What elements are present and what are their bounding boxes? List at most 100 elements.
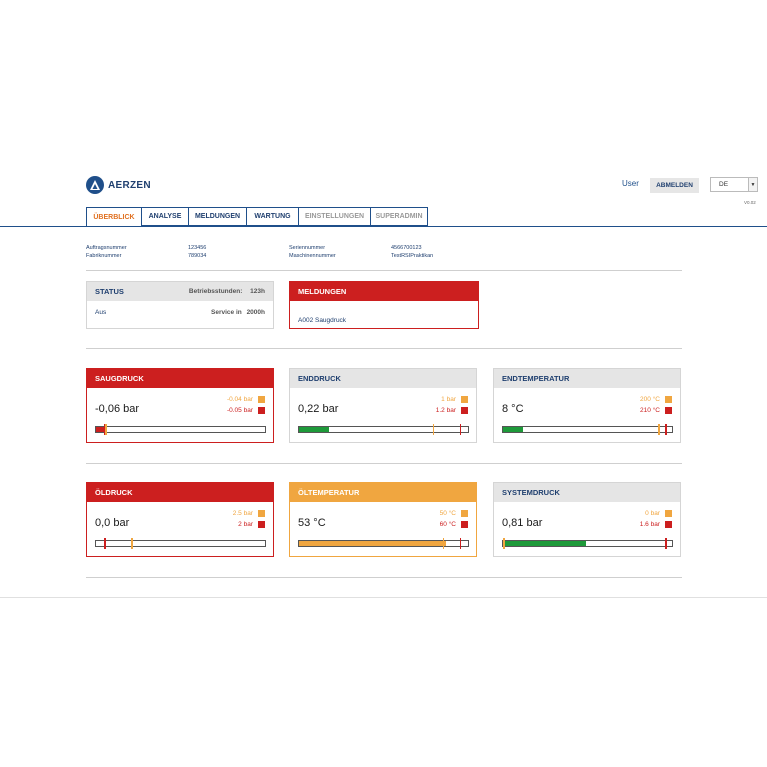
sensor-value: -0,06 bar: [95, 403, 140, 415]
tab-analyse[interactable]: ANALYSE: [141, 207, 188, 226]
alarm-threshold: -0.05 bar: [226, 407, 253, 414]
warning-square-icon: [461, 396, 468, 403]
seriennummer-label: Seriennummer: [289, 245, 326, 251]
sensor-card[interactable]: SYSTEMDRUCK 0 bar 1.6 bar 0,81 bar: [493, 482, 681, 557]
alarm-marker: [665, 424, 667, 435]
brand-name: AERZEN: [108, 179, 151, 191]
alarm-threshold: 1.2 bar: [435, 407, 456, 414]
divider: [86, 577, 682, 578]
alarm-square-icon: [665, 407, 672, 414]
divider: [86, 270, 682, 271]
alarm-square-icon: [258, 407, 265, 414]
warning-square-icon: [665, 510, 672, 517]
status-box: STATUS Betriebsstunden: 123h Aus Service…: [86, 281, 274, 329]
sensor-value: 8 °C: [502, 403, 524, 415]
bar-fill: [503, 541, 586, 546]
sensor-title: ENDTEMPERATUR: [502, 374, 570, 383]
bar-fill: [503, 427, 524, 432]
aerzen-logo-icon: [86, 176, 104, 194]
status-header: STATUS Betriebsstunden: 123h: [87, 282, 273, 301]
divider: [86, 348, 682, 349]
warning-marker: [658, 424, 660, 435]
fabriknummer-label: Fabriknummer: [86, 253, 122, 259]
footer-line: [0, 597, 767, 598]
service-label: Service in: [211, 309, 242, 316]
chevron-down-icon[interactable]: ▼: [748, 178, 757, 191]
alarm-square-icon: [665, 521, 672, 528]
maschinennummer-label: Maschinennummer: [289, 253, 336, 259]
warning-marker: [503, 538, 505, 549]
sensor-level-bar: [502, 424, 673, 435]
sensor-title: SAUGDRUCK: [95, 374, 144, 383]
warning-square-icon: [258, 396, 265, 403]
warning-marker: [131, 538, 133, 549]
tab-superadmin[interactable]: SUPERADMIN: [370, 207, 428, 226]
sensor-card[interactable]: ENDDRUCK 1 bar 1.2 bar 0,22 bar: [289, 368, 477, 443]
meldungen-title: MELDUNGEN: [298, 287, 347, 296]
alarm-square-icon: [461, 407, 468, 414]
user-label: User: [622, 179, 639, 188]
sensor-value: 0,81 bar: [502, 517, 543, 529]
operating-hours-value: 123h: [250, 288, 265, 295]
language-select[interactable]: DE ▼: [710, 177, 758, 192]
alarm-marker: [459, 538, 462, 549]
meldungen-header: MELDUNGEN: [290, 282, 478, 301]
alarm-square-icon: [258, 521, 265, 528]
operating-hours-label: Betriebsstunden:: [188, 288, 243, 295]
warning-square-icon: [461, 510, 468, 517]
sensor-card-header: SYSTEMDRUCK: [494, 483, 680, 502]
sensor-card-header: ENDDRUCK: [290, 369, 476, 388]
sensor-title: ÖLTEMPERATUR: [298, 488, 360, 497]
tab-wartung[interactable]: WARTUNG: [246, 207, 298, 226]
logout-button[interactable]: ABMELDEN: [650, 178, 699, 193]
bar-fill: [299, 427, 330, 432]
warning-marker: [442, 538, 445, 549]
warning-threshold: 50 °C: [439, 510, 456, 517]
divider: [86, 463, 682, 464]
language-value: DE: [719, 181, 729, 188]
meldungen-message[interactable]: A002 Saugdruck: [298, 317, 346, 324]
tab-ueberblick[interactable]: ÜBERBLICK: [86, 207, 141, 227]
alarm-marker: [104, 538, 106, 549]
warning-threshold: 1 bar: [441, 396, 456, 403]
alarm-threshold: 60 °C: [439, 521, 456, 528]
service-value: 2000h: [246, 309, 265, 316]
alarm-threshold: 210 °C: [640, 407, 660, 414]
sensor-card[interactable]: ÖLDRUCK 2.5 bar 2 bar 0,0 bar: [86, 482, 274, 557]
sensor-card[interactable]: ÖLTEMPERATUR 50 °C 60 °C 53 °C: [289, 482, 477, 557]
warning-square-icon: [258, 510, 265, 517]
status-title: STATUS: [95, 287, 124, 296]
maschinennummer-value: TestRSIPraktikan: [391, 253, 434, 259]
sensor-card-header: SAUGDRUCK: [87, 369, 273, 388]
tab-underline: [0, 226, 767, 227]
alarm-threshold: 1.6 bar: [639, 521, 660, 528]
meldungen-box[interactable]: MELDUNGEN A002 Saugdruck: [289, 281, 479, 329]
tab-einstellungen[interactable]: EINSTELLUNGEN: [298, 207, 370, 226]
sensor-value: 0,0 bar: [95, 517, 130, 529]
sensor-card-header: ÖLTEMPERATUR: [290, 483, 476, 502]
tab-meldungen[interactable]: MELDUNGEN: [188, 207, 246, 226]
sensor-level-bar: [298, 424, 469, 435]
alarm-threshold: 2 bar: [238, 521, 253, 528]
warning-threshold: 2.5 bar: [232, 510, 253, 517]
sensor-level-bar: [95, 424, 266, 435]
fabriknummer-value: 789034: [188, 253, 207, 259]
alarm-marker: [459, 424, 462, 435]
seriennummer-value: 4566700123: [391, 245, 422, 251]
main-tabs: ÜBERBLICK ANALYSE MELDUNGEN WARTUNG EINS…: [86, 207, 428, 227]
warning-threshold: 200 °C: [640, 396, 660, 403]
sensor-level-bar: [502, 538, 673, 549]
auftragsnummer-label: Auftragsnummer: [86, 245, 127, 251]
sensor-card-header: ENDTEMPERATUR: [494, 369, 680, 388]
sensor-card-header: ÖLDRUCK: [87, 483, 273, 502]
auftragsnummer-value: 123456: [188, 245, 207, 251]
aerzen-logo: AERZEN: [86, 176, 151, 194]
sensor-level-bar: [95, 538, 266, 549]
sensor-level-bar: [298, 538, 469, 549]
alarm-marker: [665, 538, 667, 549]
sensor-title: ENDDRUCK: [298, 374, 341, 383]
alarm-marker: [103, 424, 106, 435]
sensor-value: 53 °C: [298, 517, 326, 529]
sensor-card[interactable]: ENDTEMPERATUR 200 °C 210 °C 8 °C: [493, 368, 681, 443]
sensor-card[interactable]: SAUGDRUCK -0.04 bar -0.05 bar -0,06 bar: [86, 368, 274, 443]
